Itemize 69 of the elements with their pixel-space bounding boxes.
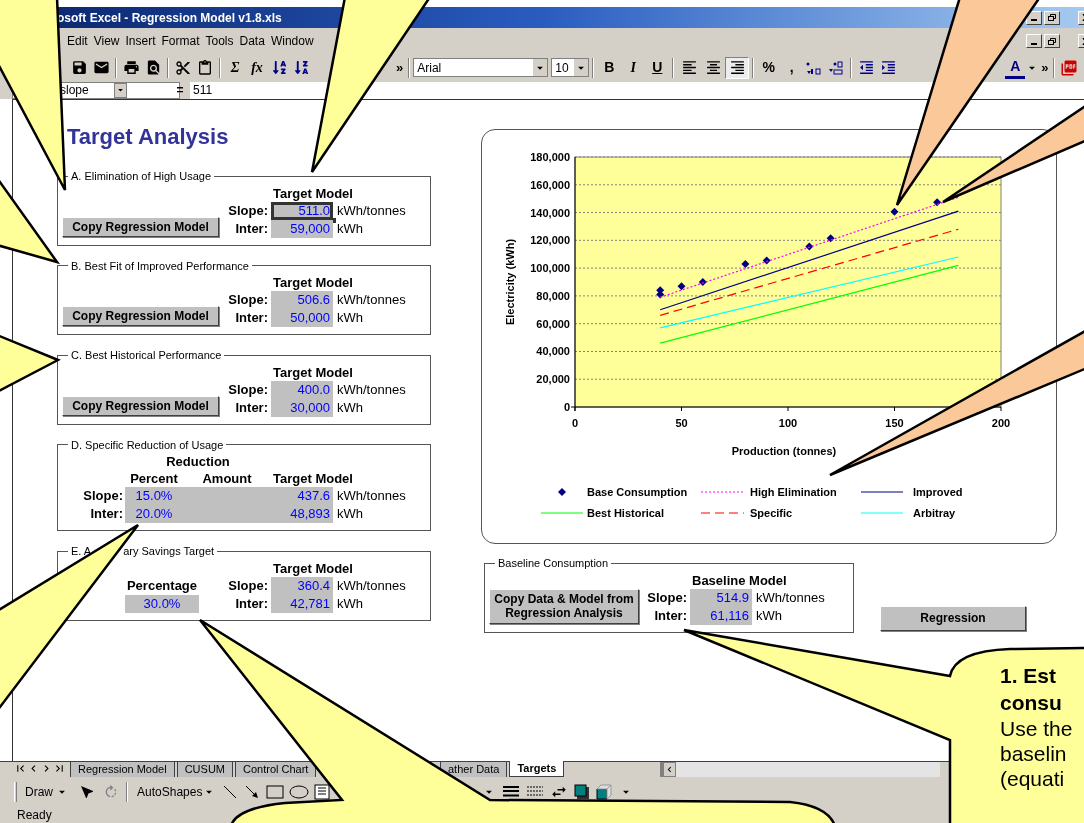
axis-tick-label: 60,000 xyxy=(536,317,570,330)
row-label: Slope: xyxy=(227,576,269,595)
legend-label: Arbitray xyxy=(913,507,956,519)
axis-tick-label: 140,000 xyxy=(530,206,570,219)
axis-tick-label: 0 xyxy=(571,417,579,429)
panel-title: B. Best Fit of Improved Performance xyxy=(70,258,250,274)
equals-sign: = xyxy=(175,82,185,99)
unit-label: kWh/tonnes xyxy=(336,380,406,399)
axis-title: Production (tonnes) xyxy=(731,445,837,457)
axis-tick-label: 80,000 xyxy=(536,289,570,302)
axis-tick-label: 200 xyxy=(991,417,1011,429)
column-header: Target Model xyxy=(272,470,354,487)
column-header: Target Model xyxy=(272,274,354,291)
axis-tick-label: 160,000 xyxy=(530,178,570,191)
sheet-title: Target Analysis xyxy=(66,123,230,151)
panel-title: ary Savings Target xyxy=(123,544,215,559)
axis-tick-label: 50 xyxy=(675,417,688,429)
axis-title: Electricity (kWh) xyxy=(504,238,516,326)
unit-label: kWh/tonnes xyxy=(336,201,406,220)
window-title: osoft Excel - Regression Model v1.8.xls xyxy=(57,9,282,27)
column-header: Target Model xyxy=(272,363,354,381)
unit-label: kWh/tonnes xyxy=(336,291,406,309)
column-header: Target Model xyxy=(272,559,354,577)
legend-label: Base Consumption xyxy=(587,486,688,498)
percentage-label: Percentage xyxy=(125,576,199,595)
panel-title: C. Best Historical Performance xyxy=(70,348,223,363)
panel-title: Baseline Consumption xyxy=(497,556,610,571)
axis-tick-label: 20,000 xyxy=(536,373,570,386)
row-label: Slope: xyxy=(227,291,269,309)
legend-label: Specific xyxy=(750,507,793,519)
unit-label: kWh/tonnes xyxy=(755,588,825,607)
column-header: Percent xyxy=(129,470,179,487)
axis-tick-label: 40,000 xyxy=(536,345,570,358)
row-label: Slope: xyxy=(227,380,269,399)
row-label: Slope: xyxy=(82,487,124,505)
unit-label: kWh xyxy=(755,606,783,625)
group-header: Reduction xyxy=(165,453,231,470)
callout-heading: 1. Est consu xyxy=(1000,663,1063,716)
axis-tick-label: 100,000 xyxy=(530,262,570,275)
unit-label: kWh xyxy=(336,309,364,327)
axis-tick-label: 180,000 xyxy=(530,151,570,163)
row-label: Inter: xyxy=(653,606,688,625)
axis-tick-label: 150 xyxy=(885,417,904,429)
panel-title: D. Specific Reduction of Usage xyxy=(70,437,225,453)
column-header: Amount xyxy=(201,470,253,487)
row-label: Inter: xyxy=(89,505,124,523)
unit-label: kWh xyxy=(336,398,364,417)
axis-tick-label: 120,000 xyxy=(530,234,570,247)
row-label: Inter: xyxy=(234,219,269,238)
column-header: Baseline Model xyxy=(691,571,788,589)
row-label: Inter: xyxy=(234,398,269,417)
axis-tick-label: 100 xyxy=(778,417,798,429)
unit-label: kWh xyxy=(336,505,364,523)
unit-label: kWh/tonnes xyxy=(336,487,407,505)
unit-label: kWh xyxy=(336,594,364,613)
legend-label: Improved xyxy=(913,486,963,498)
row-label: Slope: xyxy=(227,201,269,220)
row-label: Slope: xyxy=(646,588,688,607)
panel-title: A. Elimination of High Usage xyxy=(70,169,212,184)
column-header: Target Model xyxy=(272,184,354,202)
unit-label: kWh xyxy=(336,219,364,238)
axis-tick-label: 0 xyxy=(563,401,570,413)
unit-label: kWh/tonnes xyxy=(336,576,406,595)
status-text: Ready xyxy=(17,807,52,823)
legend-label: Best Historical xyxy=(587,507,665,519)
legend-label: High Elimination xyxy=(750,486,837,498)
callout-text: Use the baselin (equati xyxy=(1000,716,1073,791)
row-label: Inter: xyxy=(234,309,269,327)
row-label: Inter: xyxy=(234,594,269,613)
